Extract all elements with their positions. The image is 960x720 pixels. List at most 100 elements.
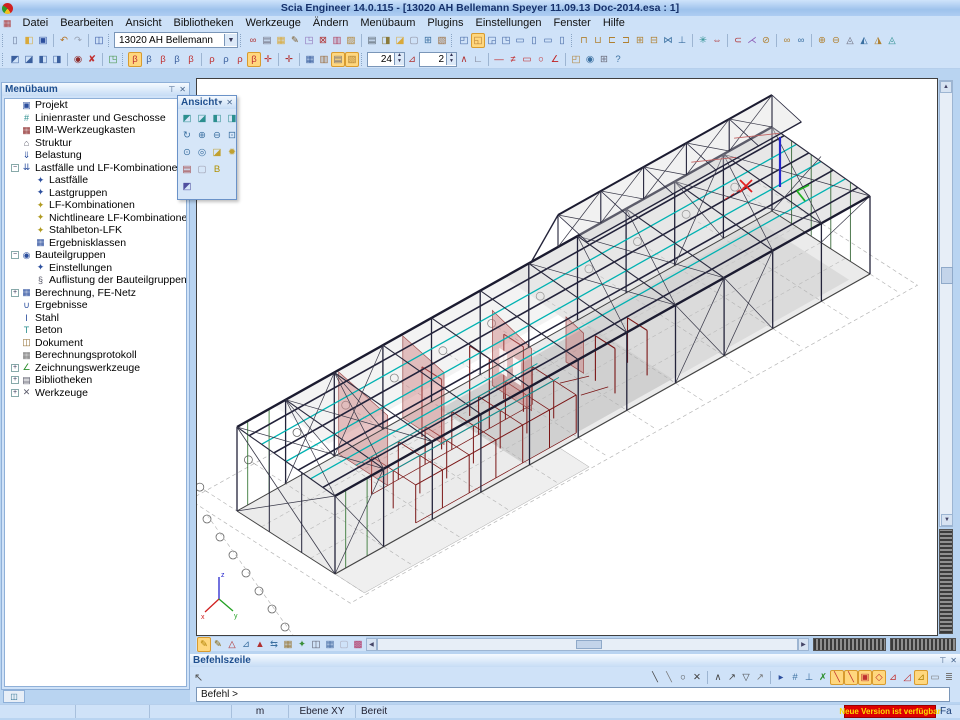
menu-bearbeiten[interactable]: Bearbeiten xyxy=(54,17,119,29)
menu-aendern[interactable]: Ändern xyxy=(307,17,354,29)
chevron-down-icon[interactable]: ▼ xyxy=(224,34,237,46)
shadow-icon[interactable]: ✹ xyxy=(225,145,239,160)
draw-line-icon[interactable]: — xyxy=(492,52,506,67)
layer-faded-window-icon[interactable]: ▢ xyxy=(337,637,351,652)
print-data-icon[interactable]: ▤ xyxy=(260,33,274,48)
select-previous-icon[interactable]: ρ xyxy=(233,52,247,67)
view-cube-icon[interactable]: ◩ xyxy=(180,179,194,194)
layer-stamp-icon[interactable]: ▦ xyxy=(281,637,295,652)
toolbar-grip[interactable] xyxy=(2,34,5,47)
node-up-icon[interactable]: ∧ xyxy=(711,670,725,685)
layer-chart-icon[interactable]: ⊿ xyxy=(239,637,253,652)
view-window-4-icon[interactable]: ◳ xyxy=(499,33,513,48)
spinner-arrows[interactable]: ▲▼ xyxy=(394,53,404,65)
paste-picture-icon[interactable]: ◳ xyxy=(302,33,316,48)
menu-menuebaum[interactable]: Menübaum xyxy=(354,17,421,29)
toolbar-grip[interactable] xyxy=(108,34,111,47)
picture-to-clipboard-icon[interactable]: ▦ xyxy=(274,33,288,48)
tile-windows-icon[interactable]: ◪ xyxy=(22,52,36,67)
user-block-icon[interactable]: ⊖ xyxy=(829,33,843,48)
document-icon[interactable]: ▧ xyxy=(435,33,449,48)
menu-einstellungen[interactable]: Einstellungen xyxy=(469,17,547,29)
tree-item-stahlbeton-lfk[interactable]: ✦Stahlbeton-LFK xyxy=(5,224,186,237)
view-window-1-icon[interactable]: ◰ xyxy=(457,33,471,48)
tree-item-nichtlineare-lf-kombinationen[interactable]: ✦Nichtlineare LF-Kombinationen xyxy=(5,212,186,225)
view-window-6-icon[interactable]: ▯ xyxy=(527,33,541,48)
layer-pencil-0-icon[interactable]: ✎ xyxy=(197,637,211,652)
draw-angle-icon[interactable]: ∠ xyxy=(548,52,562,67)
scroll-up-icon[interactable]: ▲ xyxy=(940,81,952,93)
spinner-down-icon[interactable]: ▼ xyxy=(395,59,404,65)
toolbar-grip[interactable] xyxy=(122,53,125,66)
catalog-block-icon[interactable]: ⊕ xyxy=(815,33,829,48)
tree-item-berechnung-fe-netz[interactable]: +▦Berechnung, FE-Netz xyxy=(5,287,186,300)
visibility-eye-icon[interactable]: ◉ xyxy=(71,52,85,67)
pin-icon[interactable]: ⊤ xyxy=(939,656,946,665)
window-right-icon[interactable]: ◨ xyxy=(50,52,64,67)
snap-intersection-icon[interactable]: ▣ xyxy=(858,670,872,685)
draw-double-line-icon[interactable]: ≠ xyxy=(506,52,520,67)
rotate-vertical-bar[interactable] xyxy=(939,529,953,634)
draw-line2-tool-icon[interactable]: ╲ xyxy=(662,670,676,685)
close-icon[interactable]: ✕ xyxy=(179,85,186,94)
tree-item-lastfaelle[interactable]: ✦Lastfälle xyxy=(5,174,186,187)
scale-spinner[interactable]: 24 ▲▼ xyxy=(367,52,405,67)
scale-icon[interactable]: ⊿ xyxy=(405,52,419,67)
clipping-box-icon[interactable]: ◪ xyxy=(210,145,224,160)
snap-grid-points-icon[interactable]: ⊿ xyxy=(914,670,928,685)
send-picture-icon[interactable]: ⊞ xyxy=(421,33,435,48)
shell-icon[interactable]: ⊟ xyxy=(647,33,661,48)
tree-item-belastung[interactable]: ⇓Belastung xyxy=(5,149,186,162)
status-workplane[interactable]: Ebene XY xyxy=(289,705,356,718)
select-all-icon[interactable]: β xyxy=(170,52,184,67)
plate-icon[interactable]: ⊞ xyxy=(633,33,647,48)
viewport-hscrollbar[interactable] xyxy=(377,638,798,651)
project-combo[interactable]: 13020 AH Bellemann ▼ xyxy=(114,32,238,48)
toolbar-grip[interactable] xyxy=(361,53,364,66)
open-folder-icon[interactable]: ◧ xyxy=(22,33,36,48)
context-help-icon[interactable]: ? xyxy=(611,52,625,67)
coordinates-info-icon[interactable]: ▦ xyxy=(303,52,317,67)
tree-item-lastfaelle-und-lf-kombinationen[interactable]: −⇊Lastfälle und LF-Kombinationen xyxy=(5,162,186,175)
polyline-tool-icon[interactable]: ↗ xyxy=(753,670,767,685)
tree-item-linienraster-und-geschosse[interactable]: #Linienraster und Geschosse xyxy=(5,112,186,125)
value-spinner[interactable]: 2 ▲▼ xyxy=(419,52,457,67)
expand-icon[interactable]: + xyxy=(11,289,19,297)
toolbar-grip[interactable] xyxy=(240,34,243,47)
hscroll-thumb[interactable] xyxy=(576,640,602,649)
grid-snap-icon[interactable]: # xyxy=(788,670,802,685)
picture-table-icon[interactable]: ▥ xyxy=(330,33,344,48)
layer-grid-window-icon[interactable]: ▦ xyxy=(323,637,337,652)
layer-pencil-1-icon[interactable]: ✎ xyxy=(211,637,225,652)
layer-triangle-icon[interactable]: △ xyxy=(225,637,239,652)
vscroll-thumb[interactable] xyxy=(941,267,953,284)
expand-icon[interactable]: + xyxy=(11,376,19,384)
menubaum-header[interactable]: Menübaum ⊤ ✕ xyxy=(2,83,189,96)
section-icon[interactable]: ◭ xyxy=(857,33,871,48)
beam-icon[interactable]: ⊓ xyxy=(577,33,591,48)
activity-filter-icon[interactable]: ✘ xyxy=(85,52,99,67)
menu-plugins[interactable]: Plugins xyxy=(421,17,469,29)
rotate-view-icon[interactable]: ↻ xyxy=(180,128,194,143)
print-icon[interactable]: ▤ xyxy=(365,33,379,48)
check-nodes-icon[interactable]: ∞ xyxy=(780,33,794,48)
redo-icon[interactable]: ↷ xyxy=(71,33,85,48)
material-icon[interactable]: ◬ xyxy=(885,33,899,48)
chain-icon[interactable]: ∞ xyxy=(246,33,260,48)
select-add-icon[interactable]: β xyxy=(128,52,142,67)
toolbar-grip[interactable] xyxy=(571,34,574,47)
menubaum-tab-button[interactable]: ◫ xyxy=(3,690,25,703)
tree-item-stahl[interactable]: IStahl xyxy=(5,312,186,325)
layer-flag-icon[interactable]: ▲ xyxy=(253,637,267,652)
view-window-3-icon[interactable]: ◲ xyxy=(485,33,499,48)
move-up-icon[interactable]: ↗ xyxy=(725,670,739,685)
tree-item-ergebnisklassen[interactable]: ▦Ergebnisklassen xyxy=(5,237,186,250)
green-check-icon[interactable]: ✗ xyxy=(816,670,830,685)
tree-item-beton[interactable]: TBeton xyxy=(5,324,186,337)
structure-3d-drawing[interactable]: zxy xyxy=(197,79,937,635)
tree-item-bibliotheken[interactable]: +▤Bibliotheken xyxy=(5,374,186,387)
menu-datei[interactable]: Datei xyxy=(17,17,55,29)
tree-item-lastgruppen[interactable]: ✦Lastgruppen xyxy=(5,187,186,200)
view-window-7-icon[interactable]: ▭ xyxy=(541,33,555,48)
cut-icon[interactable]: ⊘ xyxy=(759,33,773,48)
